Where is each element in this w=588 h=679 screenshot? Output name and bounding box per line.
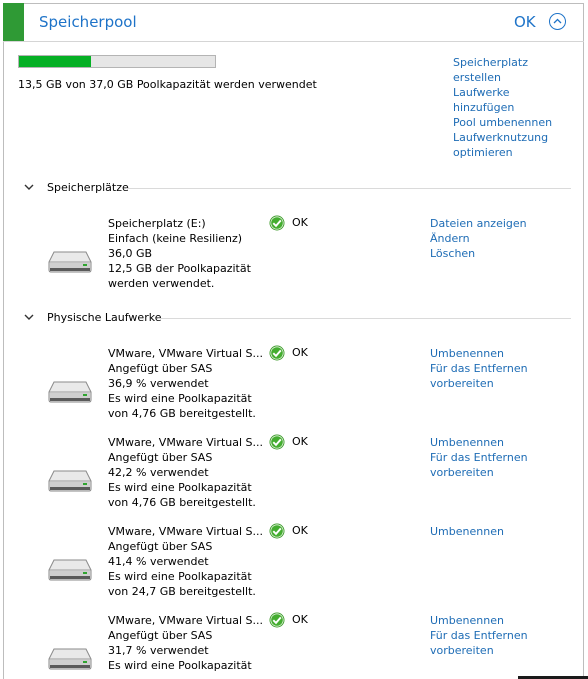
drive-status-text: OK	[292, 524, 308, 537]
prepare-removal-link-line1[interactable]: Für das Entfernen	[430, 361, 528, 376]
optimize-usage-link-line1[interactable]: Laufwerknutzung	[453, 130, 552, 145]
collapse-button[interactable]	[549, 13, 566, 30]
drive-info: VMware, VMware Virtual S... Angefügt übe…	[108, 435, 263, 510]
drive-status-text: OK	[292, 346, 308, 359]
drive-connection: Angefügt über SAS	[108, 629, 213, 642]
drive-capacity-line2: von 4,76 GB bereitgestellt.	[108, 407, 256, 420]
optimize-usage-link-line2[interactable]: optimieren	[453, 145, 552, 160]
drive-icon	[48, 558, 92, 582]
space-usage-line1: 12,5 GB der Poolkapazität	[108, 262, 251, 275]
chevron-down-icon	[24, 184, 34, 190]
drive-capacity-line2: von 24,7 GB bereitgestellt.	[108, 585, 256, 598]
drive-status-text: OK	[292, 613, 308, 626]
drive-usage: 42,2 % verwendet	[108, 466, 209, 479]
space-name: Speicherplatz (E:)	[108, 217, 206, 230]
spaces-section-label: Speicherplätze	[47, 181, 129, 194]
space-usage-line2: werden verwendet.	[108, 277, 215, 290]
drive-capacity-line1: Es wird eine Poolkapazität	[108, 570, 252, 583]
rename-drive-link[interactable]: Umbenennen	[430, 346, 528, 361]
pool-actions: Speicherplatz erstellen Laufwerke hinzuf…	[453, 55, 552, 160]
ok-check-icon	[269, 434, 285, 453]
spaces-section-divider	[126, 188, 571, 189]
prepare-removal-link-line2[interactable]: vorbereiten	[430, 643, 528, 658]
pool-status-bar	[3, 3, 24, 41]
rename-drive-link[interactable]: Umbenennen	[430, 435, 528, 450]
drive-connection: Angefügt über SAS	[108, 540, 213, 553]
drive-name: VMware, VMware Virtual S...	[108, 525, 264, 538]
pool-title: Speicherpool	[39, 13, 137, 31]
change-space-link[interactable]: Ändern	[430, 231, 527, 246]
pool-usage-fill	[19, 56, 91, 67]
drive-connection: Angefügt über SAS	[108, 362, 213, 375]
header-divider	[3, 41, 584, 42]
chevron-down-icon	[24, 314, 34, 320]
drive-actions: Umbenennen Für das Entfernen vorbereiten	[430, 613, 528, 658]
pool-capacity-text: 13,5 GB von 37,0 GB Poolkapazität werden…	[18, 78, 317, 91]
prepare-removal-link-line1[interactable]: Für das Entfernen	[430, 628, 528, 643]
space-actions: Dateien anzeigen Ändern Löschen	[430, 216, 527, 261]
space-info: Speicherplatz (E:) Einfach (keine Resili…	[108, 216, 251, 291]
rename-drive-link[interactable]: Umbenennen	[430, 524, 504, 539]
create-space-link-line2[interactable]: erstellen	[453, 70, 552, 85]
drives-section-label: Physische Laufwerke	[47, 311, 162, 324]
drive-info: VMware, VMware Virtual S... Angefügt übe…	[108, 346, 263, 421]
ok-check-icon	[269, 345, 285, 364]
drive-status-text: OK	[292, 435, 308, 448]
chevron-up-icon	[553, 18, 562, 24]
drive-capacity-line1: Es wird eine Poolkapazität	[108, 392, 252, 405]
drive-icon	[48, 380, 92, 404]
view-files-link[interactable]: Dateien anzeigen	[430, 216, 527, 231]
create-space-link-line1[interactable]: Speicherplatz	[453, 55, 552, 70]
drive-icon	[48, 250, 92, 274]
drive-actions: Umbenennen	[430, 524, 504, 539]
space-status-text: OK	[292, 216, 308, 229]
rename-pool-link[interactable]: Pool umbenennen	[453, 115, 552, 130]
prepare-removal-link-line1[interactable]: Für das Entfernen	[430, 450, 528, 465]
delete-space-link[interactable]: Löschen	[430, 246, 527, 261]
drive-connection: Angefügt über SAS	[108, 451, 213, 464]
space-resiliency: Einfach (keine Resilienz)	[108, 232, 243, 245]
drive-capacity-line1: Es wird eine Poolkapazität	[108, 659, 252, 672]
drive-usage: 31,7 % verwendet	[108, 644, 209, 657]
drive-icon	[48, 469, 92, 493]
drive-usage: 41,4 % verwendet	[108, 555, 209, 568]
prepare-removal-link-line2[interactable]: vorbereiten	[430, 376, 528, 391]
drive-name: VMware, VMware Virtual S...	[108, 614, 264, 627]
drive-name: VMware, VMware Virtual S...	[108, 436, 264, 449]
drive-icon	[48, 647, 92, 671]
ok-check-icon	[269, 523, 285, 542]
drive-actions: Umbenennen Für das Entfernen vorbereiten	[430, 346, 528, 391]
pool-status: OK	[514, 13, 536, 31]
add-drives-link-line2[interactable]: hinzufügen	[453, 100, 552, 115]
drive-capacity-line2: von 4,76 GB bereitgestellt.	[108, 496, 256, 509]
add-drives-link-line1[interactable]: Laufwerke	[453, 85, 552, 100]
drive-capacity-line1: Es wird eine Poolkapazität	[108, 481, 252, 494]
drive-info: VMware, VMware Virtual S... Angefügt übe…	[108, 524, 263, 599]
drive-actions: Umbenennen Für das Entfernen vorbereiten	[430, 435, 528, 480]
drive-info: VMware, VMware Virtual S... Angefügt übe…	[108, 613, 263, 673]
prepare-removal-link-line2[interactable]: vorbereiten	[430, 465, 528, 480]
drive-name: VMware, VMware Virtual S...	[108, 347, 264, 360]
space-size: 36,0 GB	[108, 247, 153, 260]
ok-check-icon	[269, 612, 285, 631]
rename-drive-link[interactable]: Umbenennen	[430, 613, 528, 628]
pool-usage-bar	[18, 55, 216, 68]
ok-check-icon	[269, 215, 285, 234]
drives-section-divider	[158, 318, 571, 319]
drive-usage: 36,9 % verwendet	[108, 377, 209, 390]
